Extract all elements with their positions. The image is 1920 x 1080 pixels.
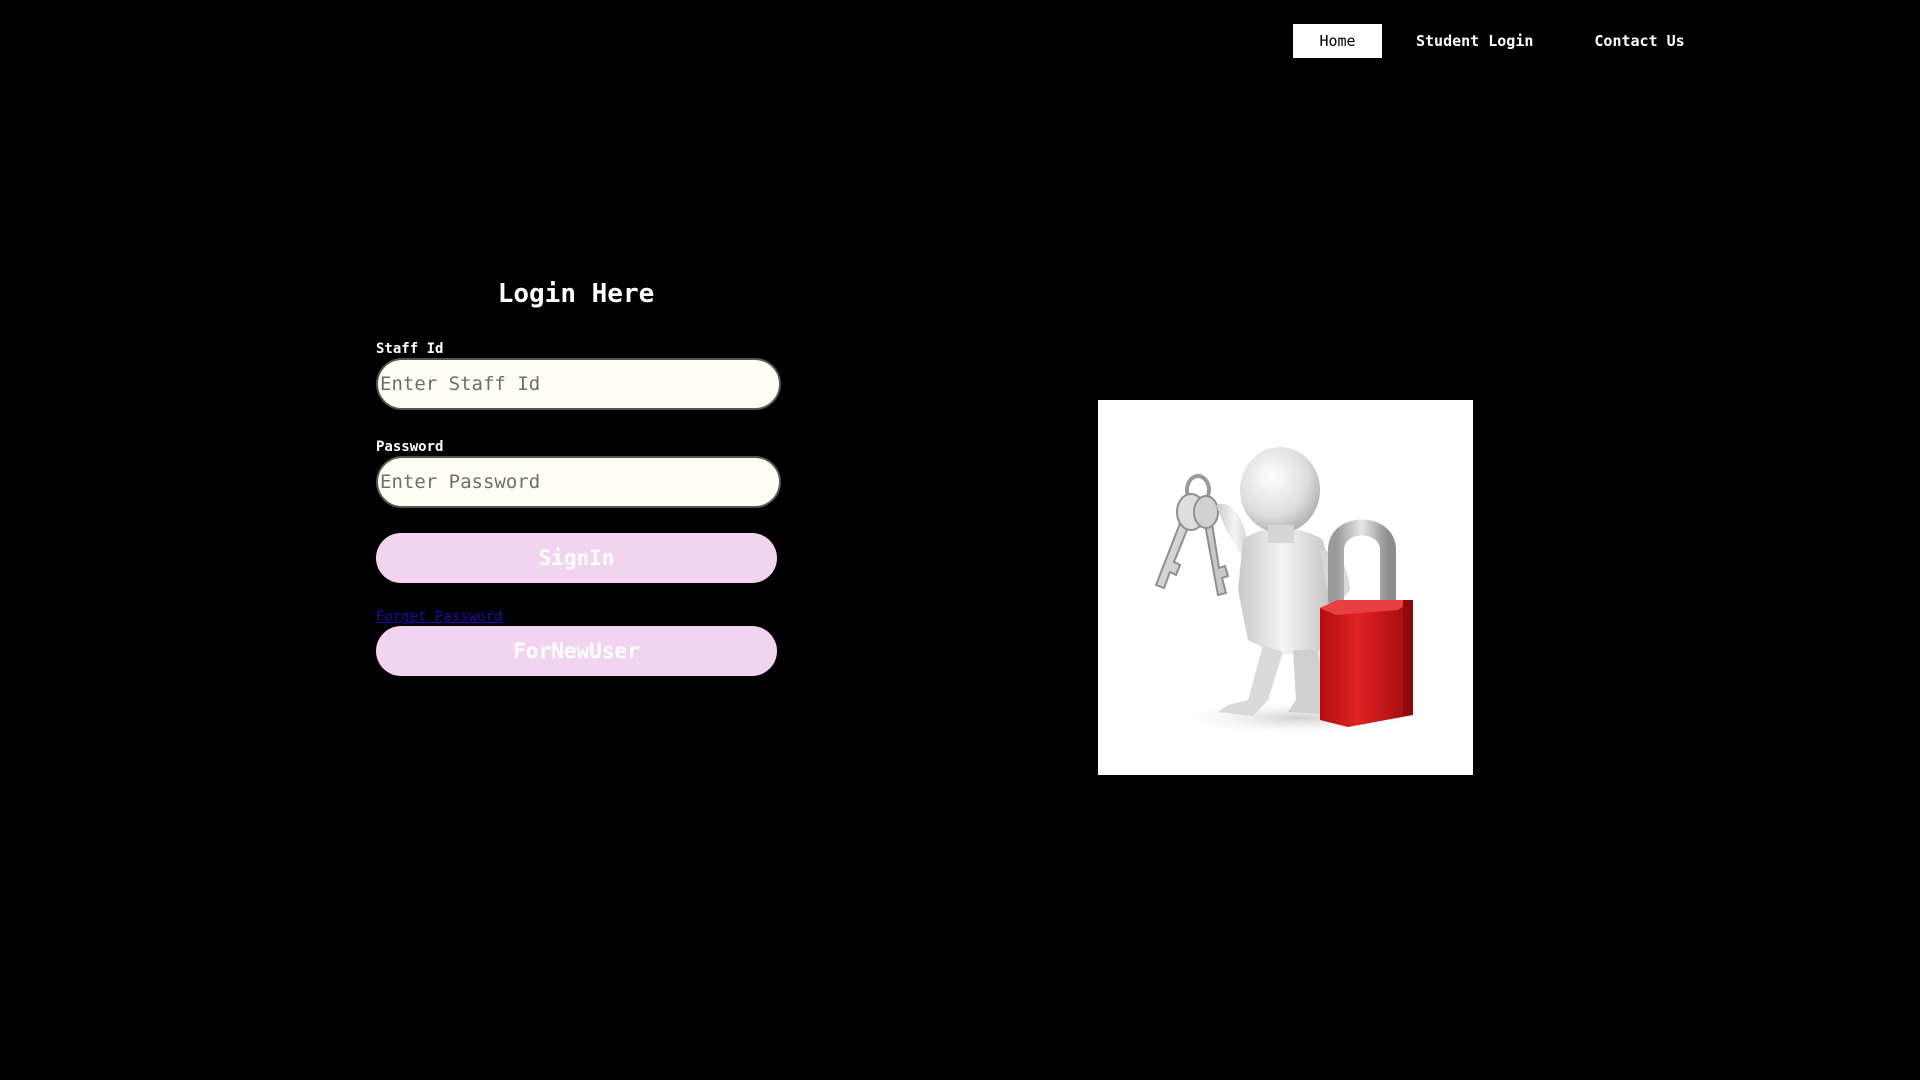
staff-id-label: Staff Id [376, 341, 444, 357]
nav-home-link[interactable]: Home [1293, 24, 1382, 58]
new-user-button[interactable]: ForNewUser [376, 626, 777, 676]
top-nav: Home Student Login Contact Us [1293, 24, 1685, 58]
password-label: Password [376, 439, 444, 455]
staff-id-input[interactable] [376, 358, 781, 410]
login-form: Login Here Staff Id Password SignIn Forg… [376, 272, 781, 676]
password-input[interactable] [376, 456, 781, 508]
page: Home Student Login Contact Us Login Here… [0, 0, 1920, 1080]
person-with-keys-and-padlock-icon [1154, 447, 1428, 736]
signin-button[interactable]: SignIn [376, 533, 777, 583]
login-title: Login Here [497, 279, 655, 309]
nav-contact-us-link[interactable]: Contact Us [1594, 24, 1684, 58]
security-illustration [1098, 400, 1473, 775]
nav-student-login-link[interactable]: Student Login [1416, 24, 1533, 58]
forget-password-link[interactable]: Forget Password [376, 608, 781, 626]
